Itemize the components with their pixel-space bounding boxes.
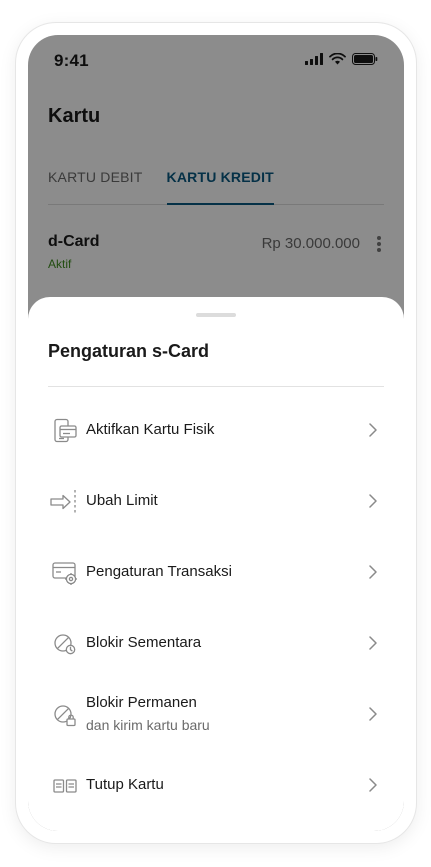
temporary-block-icon bbox=[50, 630, 80, 658]
permanent-block-icon bbox=[50, 701, 80, 729]
menu-item-close-card[interactable]: Tutup Kartu bbox=[28, 750, 404, 821]
chevron-right-icon bbox=[366, 775, 380, 795]
card-settings-sheet: Pengaturan s-Card Aktifkan Kartu Fisik U… bbox=[28, 297, 404, 831]
menu-item-temporary-block[interactable]: Blokir Sementara bbox=[28, 608, 404, 679]
phone-frame: 9:41 Kartu KARTU DEBIT KARTU KREDIT d-Ca… bbox=[16, 23, 416, 843]
chevron-right-icon bbox=[366, 633, 380, 653]
menu-item-label: Blokir Sementara bbox=[86, 634, 202, 651]
menu-item-change-limit[interactable]: Ubah Limit bbox=[28, 466, 404, 537]
divider bbox=[48, 386, 384, 387]
menu-item-label: Ubah Limit bbox=[86, 492, 158, 509]
sheet-title: Pengaturan s-Card bbox=[48, 341, 210, 361]
menu-item-sublabel: dan kirim kartu baru bbox=[86, 717, 210, 733]
transaction-settings-icon bbox=[50, 559, 80, 587]
physical-card-icon bbox=[50, 417, 80, 445]
chevron-right-icon bbox=[366, 704, 380, 724]
change-limit-icon bbox=[50, 488, 80, 516]
menu-item-label: Pengaturan Transaksi bbox=[86, 563, 232, 580]
chevron-right-icon bbox=[366, 562, 380, 582]
settings-menu: Aktifkan Kartu Fisik Ubah Limit Pengatur… bbox=[28, 395, 404, 821]
phone-screen: 9:41 Kartu KARTU DEBIT KARTU KREDIT d-Ca… bbox=[28, 35, 404, 831]
menu-item-label: Blokir Permanen bbox=[86, 694, 197, 711]
menu-item-label: Aktifkan Kartu Fisik bbox=[86, 421, 215, 438]
menu-item-transaction-settings[interactable]: Pengaturan Transaksi bbox=[28, 537, 404, 608]
chevron-right-icon bbox=[366, 491, 380, 511]
menu-item-label: Tutup Kartu bbox=[86, 776, 164, 793]
sheet-drag-handle[interactable] bbox=[196, 313, 236, 317]
close-card-icon bbox=[50, 772, 80, 800]
chevron-right-icon bbox=[366, 420, 380, 440]
menu-item-permanent-block[interactable]: Blokir Permanen dan kirim kartu baru bbox=[28, 679, 404, 750]
menu-item-activate-physical-card[interactable]: Aktifkan Kartu Fisik bbox=[28, 395, 404, 466]
